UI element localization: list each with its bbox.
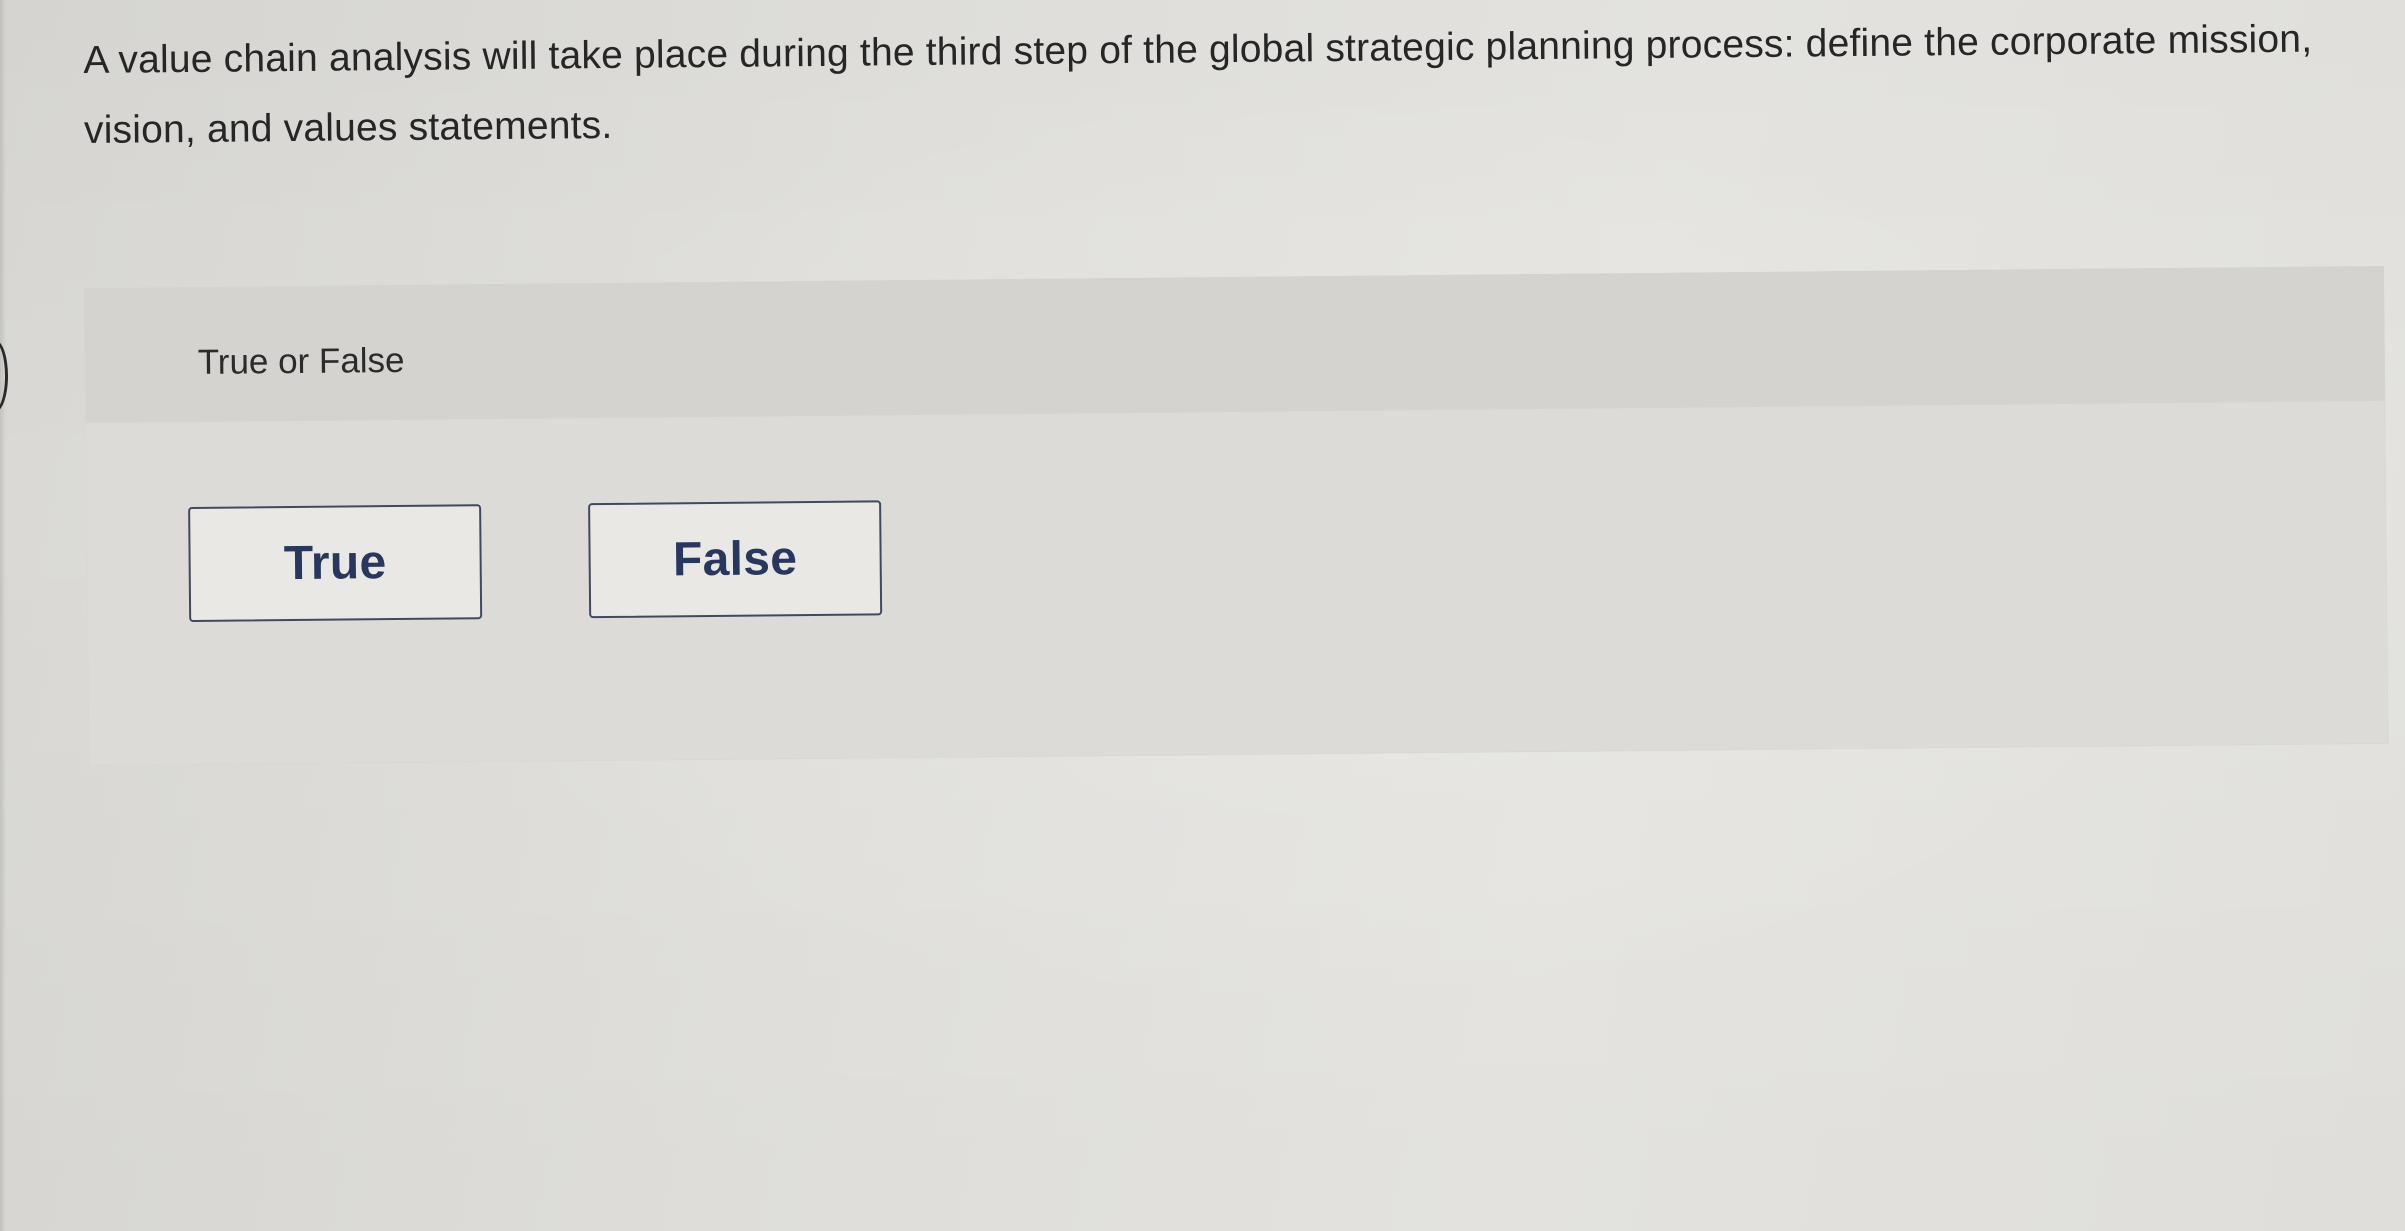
- left-screen-edge: [0, 0, 6, 1231]
- question-type-label: True or False: [197, 340, 405, 382]
- answer-panel: True or False True False: [84, 265, 2389, 766]
- side-handle-icon: [0, 340, 8, 412]
- true-button[interactable]: True: [188, 504, 483, 623]
- false-button[interactable]: False: [588, 500, 883, 619]
- question-text: A value chain analysis will take place d…: [83, 17, 2313, 152]
- answer-panel-header: True or False: [84, 265, 2386, 423]
